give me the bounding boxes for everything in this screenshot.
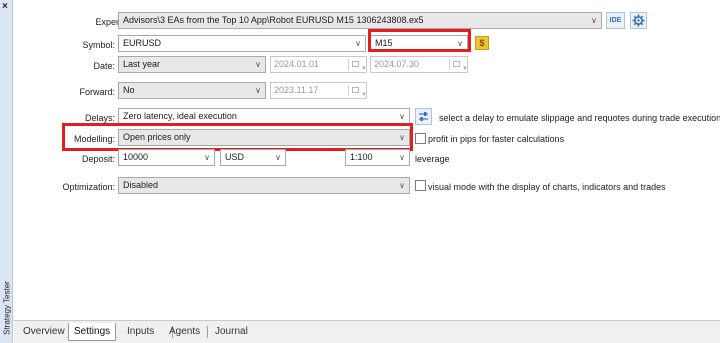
expert-select[interactable]: Advisors\3 EAs from the Top 10 App\Robot… [118,12,602,29]
chevron-down-icon: ∨ [275,153,281,162]
chevron-down-icon: ∨ [399,112,405,121]
calendar-icon: ▼ [348,59,366,72]
dollar-icon: $ [479,38,485,48]
delays-settings-button[interactable] [415,108,432,125]
symbol-label: Symbol: [82,40,115,50]
forward-label: Forward: [79,87,115,97]
chevron-down-icon: ∨ [399,181,405,190]
settings-panel: Expert: Advisors\3 EAs from the Top 10 A… [14,0,720,320]
deposit-label: Deposit: [81,154,115,164]
symbol-spec-button[interactable]: $ [475,36,489,50]
chevron-down-icon: ∨ [591,16,597,25]
panel-title: Strategy Tester [2,281,12,335]
visual-mode-checkbox[interactable] [415,180,426,191]
optimization-select[interactable]: Disabled ∨ [118,177,410,194]
chevron-down-icon: ∨ [355,39,361,48]
tab-agents[interactable]: Agents [164,323,205,341]
chevron-down-icon: ∨ [255,86,261,95]
symbol-select[interactable]: EURUSD ∨ [118,35,366,52]
sliders-icon [419,112,428,121]
close-icon[interactable]: × [2,2,8,12]
timeframe-highlight [368,29,471,52]
ide-button[interactable]: IDE [606,12,625,29]
bottom-tab-bar: Overview Settings Inputs Agents Journal [14,320,720,343]
deposit-amount-select[interactable]: 10000 ∨ [118,149,215,166]
tab-settings[interactable]: Settings [68,323,117,341]
leverage-value: 1:100 [350,152,373,162]
tab-journal[interactable]: Journal [210,323,253,341]
currency-select[interactable]: USD ∨ [220,149,286,166]
leverage-label: leverage [415,154,450,164]
expert-settings-button[interactable] [630,12,647,29]
visual-mode-label: visual mode with the display of charts, … [428,182,666,192]
tab-separator [207,326,208,338]
date-from-field[interactable]: 2024.01.01 ▼ [270,56,367,73]
chevron-down-icon: ∨ [399,153,405,162]
delays-label: Delays: [84,113,115,123]
forward-value: No [123,85,135,95]
calendar-icon: ▼ [449,59,467,72]
forward-select[interactable]: No ∨ [118,82,266,99]
leverage-select[interactable]: 1:100 ∨ [345,149,410,166]
calendar-icon: ▼ [348,85,366,98]
profit-in-pips-checkbox[interactable] [415,133,426,144]
delays-hint: select a delay to emulate slippage and r… [439,113,720,123]
chevron-down-icon: ∨ [255,60,261,69]
deposit-amount-value: 10000 [123,152,149,162]
delays-value: Zero latency, ideal execution [123,111,237,121]
tab-overview[interactable]: Overview [18,323,70,341]
chevron-down-icon: ∨ [204,153,210,162]
date-label: Date: [93,61,115,71]
expert-label: Expert: [95,17,124,27]
date-period-value: Last year [123,59,161,69]
gear-icon [632,14,645,27]
forward-date-field[interactable]: 2023.11.17 ▼ [270,82,367,99]
optimization-label: Optimization: [62,182,115,192]
expert-value: Advisors\3 EAs from the Top 10 App\Robot… [123,15,424,25]
date-to-field[interactable]: 2024.07.30 ▼ [370,56,468,73]
profit-in-pips-label: profit in pips for faster calculations [428,134,565,144]
tab-inputs[interactable]: Inputs [122,323,159,341]
side-panel: × Strategy Tester [0,0,13,343]
date-period-select[interactable]: Last year ∨ [118,56,266,73]
modelling-highlight [62,123,413,151]
optimization-value: Disabled [123,180,159,190]
currency-value: USD [225,152,245,162]
symbol-value: EURUSD [123,38,162,48]
